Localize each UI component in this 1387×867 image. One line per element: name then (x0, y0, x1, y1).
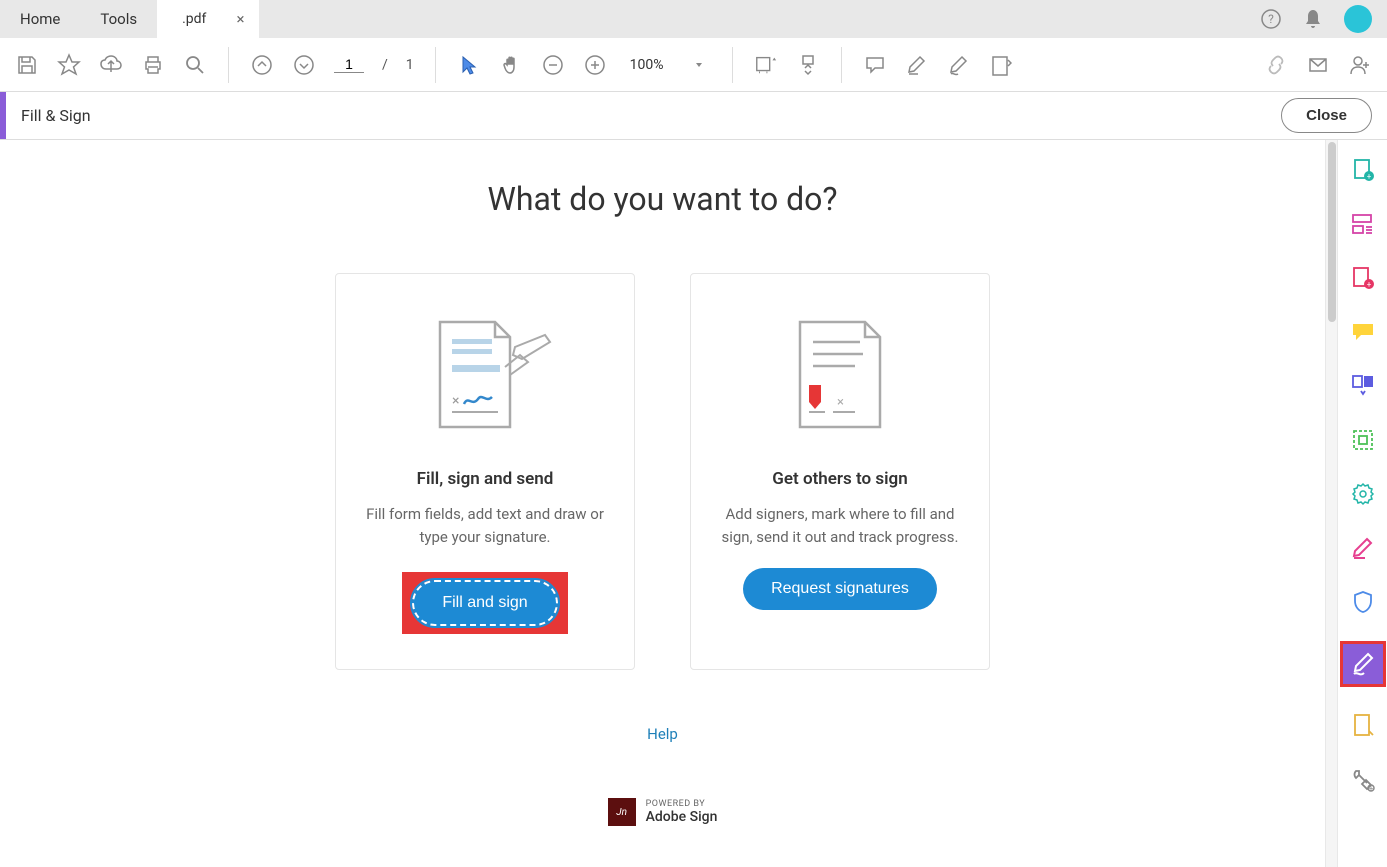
more-tools-icon[interactable]: + (1348, 765, 1378, 795)
right-tool-panel: + + + (1337, 140, 1387, 867)
fill-sign-toolbar: Fill & Sign Close (0, 92, 1387, 140)
page-up-icon[interactable] (250, 53, 274, 77)
card-request-signatures: × Get others to sign Add signers, mark w… (690, 273, 990, 670)
highlight-icon[interactable] (905, 53, 929, 77)
hand-icon[interactable] (499, 53, 523, 77)
protect-icon[interactable] (1348, 587, 1378, 617)
star-icon[interactable] (57, 53, 81, 77)
zoom-select[interactable]: 100% (625, 55, 669, 75)
card-desc: Fill form fields, add text and draw or t… (361, 503, 609, 548)
close-icon[interactable]: × (236, 10, 244, 28)
card-fill-sign: × Fill, sign and send Fill form fields, … (335, 273, 635, 670)
fill-and-sign-button[interactable]: Fill and sign (412, 580, 557, 626)
tab-bar: Home Tools .pdf × ? (0, 0, 1387, 38)
gear-icon[interactable] (1348, 479, 1378, 509)
main-toolbar: / 1 100% (0, 38, 1387, 92)
mail-icon[interactable] (1306, 53, 1330, 77)
combine-icon[interactable] (1348, 209, 1378, 239)
tab-home[interactable]: Home (0, 0, 80, 38)
page-down-icon[interactable] (292, 53, 316, 77)
organize-icon[interactable] (1348, 371, 1378, 401)
print-icon[interactable] (141, 53, 165, 77)
scrollbar-thumb[interactable] (1328, 142, 1336, 322)
fit-width-icon[interactable] (754, 53, 778, 77)
illustration-fill-sign: × (410, 304, 560, 439)
svg-text:×: × (452, 393, 459, 409)
bell-icon[interactable] (1302, 8, 1324, 30)
svg-text:×: × (837, 395, 844, 410)
scrollbar[interactable] (1325, 140, 1337, 867)
card-title: Get others to sign (772, 469, 907, 489)
search-icon[interactable] (183, 53, 207, 77)
sign-icon[interactable] (947, 53, 971, 77)
divider (228, 47, 229, 83)
close-button[interactable]: Close (1281, 98, 1372, 133)
fill-sign-tool-icon[interactable] (1340, 641, 1386, 687)
page-input[interactable] (334, 56, 364, 73)
powered-label: POWERED BY (646, 799, 718, 809)
tab-file[interactable]: .pdf × (157, 0, 259, 38)
page-total: 1 (406, 57, 414, 73)
divider (732, 47, 733, 83)
adobe-sign-icon: Jn (608, 798, 636, 826)
add-person-icon[interactable] (1348, 53, 1372, 77)
page-separator: / (382, 57, 388, 73)
svg-text:+: + (1368, 784, 1373, 792)
pointer-icon[interactable] (457, 53, 481, 77)
highlight-box: Fill and sign (402, 572, 567, 634)
request-signatures-button[interactable]: Request signatures (743, 568, 937, 610)
help-icon[interactable]: ? (1260, 8, 1282, 30)
svg-text:?: ? (1268, 12, 1274, 26)
edit-pdf-icon[interactable]: + (1348, 263, 1378, 293)
svg-text:+: + (1366, 280, 1371, 289)
scroll-icon[interactable] (796, 53, 820, 77)
link-icon[interactable] (1264, 53, 1288, 77)
content-area: What do you want to do? × (0, 140, 1325, 867)
tab-tools[interactable]: Tools (80, 0, 157, 38)
comment-icon[interactable] (863, 53, 887, 77)
file-tab-name: .pdf (182, 11, 206, 27)
save-icon[interactable] (15, 53, 39, 77)
powered-by: Jn POWERED BY Adobe Sign (608, 798, 718, 826)
zoom-out-icon[interactable] (541, 53, 565, 77)
svg-text:+: + (1366, 172, 1371, 181)
chevron-down-icon[interactable] (687, 53, 711, 77)
export-icon[interactable] (1348, 425, 1378, 455)
brand-name: Adobe Sign (646, 809, 718, 825)
divider (435, 47, 436, 83)
zoom-in-icon[interactable] (583, 53, 607, 77)
create-pdf-icon[interactable]: + (1348, 155, 1378, 185)
illustration-request: × (785, 304, 895, 439)
divider (841, 47, 842, 83)
module-title: Fill & Sign (6, 106, 91, 125)
cloud-icon[interactable] (99, 53, 123, 77)
card-desc: Add signers, mark where to fill and sign… (716, 503, 964, 548)
card-title: Fill, sign and send (417, 469, 554, 489)
comment-tool-icon[interactable] (1348, 317, 1378, 347)
help-link[interactable]: Help (647, 725, 678, 743)
avatar[interactable] (1344, 5, 1372, 33)
send-icon[interactable] (1348, 711, 1378, 741)
stamp-icon[interactable] (989, 53, 1013, 77)
tab-bar-right: ? (1260, 5, 1387, 33)
redact-icon[interactable] (1348, 533, 1378, 563)
hero-title: What do you want to do? (487, 180, 837, 218)
